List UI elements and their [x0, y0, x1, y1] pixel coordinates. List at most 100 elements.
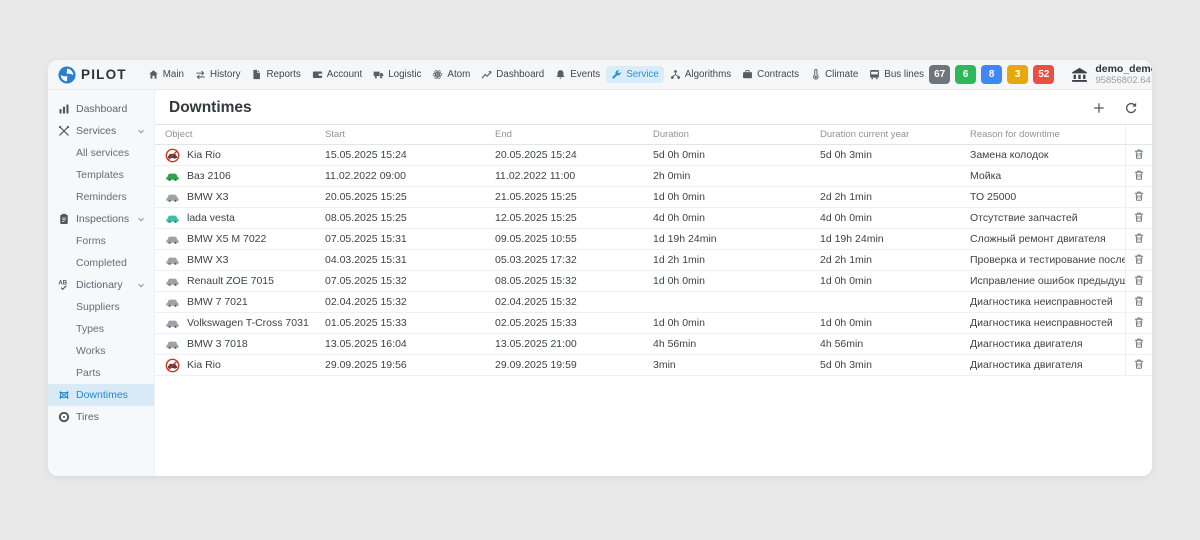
nav-item-contracts[interactable]: Contracts: [737, 66, 804, 83]
sidebar-item-downtimes[interactable]: Downtimes: [48, 384, 154, 406]
nav-item-account[interactable]: Account: [307, 66, 367, 83]
nav-item-algorithms[interactable]: Algorithms: [665, 66, 736, 83]
delete-row-button[interactable]: [1133, 337, 1145, 349]
sidebar-item-parts[interactable]: Parts: [48, 362, 154, 384]
nav-item-history[interactable]: History: [190, 66, 245, 83]
table-row[interactable]: BMW X3 04.03.2025 15:31 05.03.2025 17:32…: [155, 250, 1152, 271]
cell-end: 29.09.2025 19:59: [485, 355, 643, 376]
status-badge[interactable]: 52: [1033, 65, 1054, 84]
trash-icon: [1133, 253, 1145, 265]
trash-icon: [1133, 211, 1145, 223]
barrier-icon: [58, 389, 70, 401]
delete-row-button[interactable]: [1133, 148, 1145, 160]
vehicle-name: Volkswagen T-Cross 7031: [187, 317, 309, 329]
sidebar-item-dictionary[interactable]: AB Dictionary: [48, 274, 154, 296]
account-summary[interactable]: demo_demo(master) 95856802.64 ₽: [1070, 63, 1152, 86]
sidebar: Dashboard Services All services Template…: [48, 90, 155, 476]
sidebar-item-inspections[interactable]: Inspections: [48, 208, 154, 230]
downtimes-table: ObjectStartEndDurationDuration current y…: [155, 124, 1152, 376]
nav-item-climate[interactable]: Climate: [805, 66, 863, 83]
status-badge[interactable]: 8: [981, 65, 1002, 84]
status-badge[interactable]: 6: [955, 65, 976, 84]
delete-row-button[interactable]: [1133, 253, 1145, 265]
sidebar-item-works[interactable]: Works: [48, 340, 154, 362]
cell-duration: 1d 0h 0min: [643, 313, 810, 334]
vehicle-banned-icon: [165, 358, 180, 373]
cell-duration-current-year: 4h 56min: [810, 334, 960, 355]
chart-icon: [481, 69, 492, 80]
sidebar-item-reminders[interactable]: Reminders: [48, 186, 154, 208]
sidebar-item-forms[interactable]: Forms: [48, 230, 154, 252]
cell-duration: 1d 19h 24min: [643, 229, 810, 250]
status-badge[interactable]: 3: [1007, 65, 1028, 84]
briefcase-icon: [742, 69, 753, 80]
delete-row-button[interactable]: [1133, 274, 1145, 286]
column-header-duration-current-year[interactable]: Duration current year: [810, 125, 960, 145]
sidebar-item-tires[interactable]: Tires: [48, 406, 154, 428]
app-logo[interactable]: PILOT: [58, 66, 127, 84]
nav-item-bus-lines[interactable]: Bus lines: [864, 66, 929, 83]
table-row[interactable]: BMW X3 20.05.2025 15:25 21.05.2025 15:25…: [155, 187, 1152, 208]
sidebar-item-templates[interactable]: Templates: [48, 164, 154, 186]
status-badge[interactable]: 67: [929, 65, 950, 84]
cell-duration: 4h 56min: [643, 334, 810, 355]
trash-icon: [1133, 190, 1145, 202]
sidebar-item-suppliers[interactable]: Suppliers: [48, 296, 154, 318]
cell-reason: ТО 25000: [960, 187, 1125, 208]
nav-item-service[interactable]: Service: [606, 66, 664, 83]
tire-icon: [58, 411, 70, 423]
delete-row-button[interactable]: [1133, 232, 1145, 244]
delete-row-button[interactable]: [1133, 316, 1145, 328]
sidebar-item-all-services[interactable]: All services: [48, 142, 154, 164]
table-row[interactable]: lada vesta 08.05.2025 15:25 12.05.2025 1…: [155, 208, 1152, 229]
nav-item-logistic[interactable]: Logistic: [368, 66, 426, 83]
table-row[interactable]: BMW 7 7021 02.04.2025 15:32 02.04.2025 1…: [155, 292, 1152, 313]
add-downtime-button[interactable]: [1092, 101, 1106, 115]
table-row[interactable]: BMW 3 7018 13.05.2025 16:04 13.05.2025 2…: [155, 334, 1152, 355]
sidebar-item-completed[interactable]: Completed: [48, 252, 154, 274]
delete-row-button[interactable]: [1133, 295, 1145, 307]
page-title: Downtimes: [169, 99, 252, 117]
home-icon: [148, 69, 159, 80]
vehicle-car-icon: [165, 232, 180, 247]
vehicle-name: Kia Rio: [187, 359, 221, 371]
sidebar-item-services[interactable]: Services: [48, 120, 154, 142]
cell-duration-current-year: 5d 0h 3min: [810, 355, 960, 376]
dict-icon: AB: [58, 279, 70, 291]
nav-item-dashboard[interactable]: Dashboard: [476, 66, 549, 83]
delete-row-button[interactable]: [1133, 211, 1145, 223]
delete-row-button[interactable]: [1133, 169, 1145, 181]
column-header-duration[interactable]: Duration: [643, 125, 810, 145]
cell-reason: Исправление ошибок предыдущего ремонта: [960, 271, 1125, 292]
table-row[interactable]: Kia Rio 15.05.2025 15:24 20.05.2025 15:2…: [155, 145, 1152, 166]
nav-item-events[interactable]: Events: [550, 66, 605, 83]
main-content: Downtimes ObjectStartEndDurationDuration…: [155, 90, 1152, 476]
cell-duration: 1d 2h 1min: [643, 250, 810, 271]
table-row[interactable]: Ваз 2106 11.02.2022 09:00 11.02.2022 11:…: [155, 166, 1152, 187]
column-header-end[interactable]: End: [485, 125, 643, 145]
column-header-object[interactable]: Object: [155, 125, 315, 145]
pilot-logo-icon: [58, 66, 76, 84]
table-row[interactable]: BMW X5 M 7022 07.05.2025 15:31 09.05.202…: [155, 229, 1152, 250]
cell-duration-current-year: 1d 0h 0min: [810, 313, 960, 334]
column-header-reason-for-downtime[interactable]: Reason for downtime: [960, 125, 1125, 145]
trash-icon: [1133, 148, 1145, 160]
nav-item-atom[interactable]: Atom: [427, 66, 475, 83]
column-header-start[interactable]: Start: [315, 125, 485, 145]
sidebar-item-types[interactable]: Types: [48, 318, 154, 340]
cell-reason: Мойка: [960, 166, 1125, 187]
refresh-button[interactable]: [1124, 101, 1138, 115]
delete-row-button[interactable]: [1133, 358, 1145, 370]
delete-row-button[interactable]: [1133, 190, 1145, 202]
sidebar-item-dashboard[interactable]: Dashboard: [48, 98, 154, 120]
table-row[interactable]: Renault ZOE 7015 07.05.2025 15:32 08.05.…: [155, 271, 1152, 292]
table-row[interactable]: Volkswagen T-Cross 7031 01.05.2025 15:33…: [155, 313, 1152, 334]
thermometer-icon: [810, 69, 821, 80]
table-row[interactable]: Kia Rio 29.09.2025 19:56 29.09.2025 19:5…: [155, 355, 1152, 376]
logo-text: PILOT: [81, 67, 127, 82]
vehicle-car-icon: [165, 337, 180, 352]
nav-item-reports[interactable]: Reports: [246, 66, 305, 83]
vehicle-car-icon: [165, 190, 180, 205]
cell-duration-current-year: [810, 166, 960, 187]
nav-item-main[interactable]: Main: [143, 66, 189, 83]
